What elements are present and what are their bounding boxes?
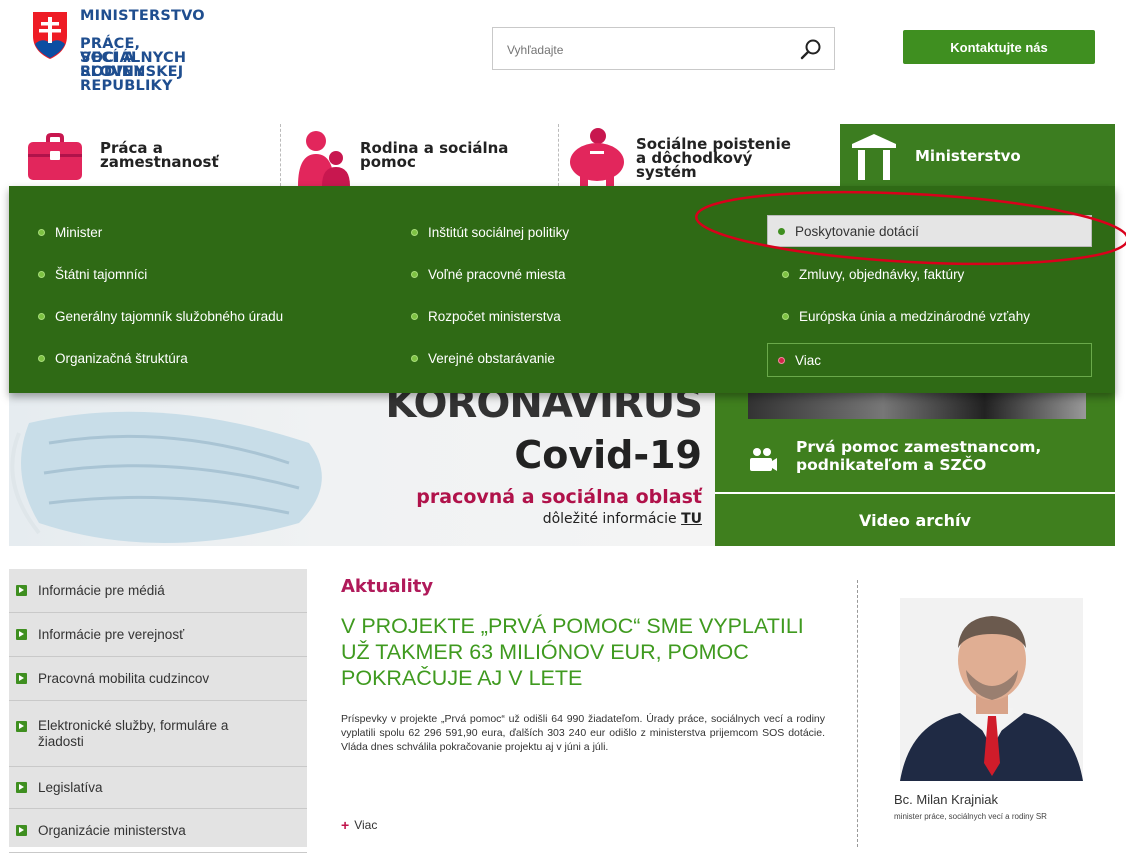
news-title-link[interactable]: V PROJEKTE „PRVÁ POMOC“ SME VYPLATILI UŽ…	[341, 613, 811, 691]
face-mask-image	[10, 411, 322, 543]
hero-title-covid: Covid-19	[514, 433, 702, 477]
search-input[interactable]	[505, 39, 789, 61]
tab-ministerstvo[interactable]: Ministerstvo	[840, 124, 1115, 186]
menu-item-statni-tajomnici[interactable]: Štátni tajomníci	[38, 264, 147, 284]
sidebar-item-label: Elektronické služby, formuláre a žiadost…	[38, 718, 229, 749]
sidebar-item-organizacie[interactable]: Organizácie ministerstva	[9, 809, 307, 853]
minister-photo[interactable]	[900, 598, 1083, 781]
video-thumbnail[interactable]	[748, 393, 1086, 419]
bullet-icon	[411, 228, 418, 236]
tab-label: Sociálne poistenie a dôchodkový systém	[636, 135, 791, 181]
menu-item-minister[interactable]: Minister	[38, 222, 102, 242]
bullet-icon	[778, 356, 785, 364]
arrow-bullet-icon	[16, 782, 27, 793]
arrow-bullet-icon	[16, 673, 27, 684]
tab-socialne-poistenie[interactable]: Sociálne poistenie a dôchodkový systém	[566, 124, 834, 186]
column-divider	[857, 580, 858, 847]
menu-item-label: Organizačná štruktúra	[55, 350, 188, 366]
nav-divider	[280, 124, 281, 186]
menu-item-label: Zmluvy, objednávky, faktúry	[799, 266, 965, 282]
menu-item-label: Voľné pracovné miesta	[428, 266, 566, 282]
coat-of-arms-icon[interactable]	[31, 10, 69, 60]
video-link-first-aid[interactable]: Prvá pomoc zamestnancom, podnikateľom a …	[796, 438, 1041, 474]
logo-line: SLOVENSKEJ REPUBLIKY	[80, 64, 184, 94]
menu-item-zmluvy[interactable]: Zmluvy, objednávky, faktúry	[782, 264, 964, 284]
sidebar-item-label: Legislatíva	[38, 779, 103, 795]
sidebar-item-mobilita[interactable]: Pracovná mobilita cudzincov	[9, 657, 307, 701]
minister-name: Bc. Milan Krajniak	[894, 792, 999, 807]
menu-item-label: Viac	[795, 352, 822, 368]
menu-item-organizacna-struktura[interactable]: Organizačná štruktúra	[38, 348, 188, 368]
arrow-bullet-icon	[16, 629, 27, 640]
logo-line: MINISTERSTVO	[80, 8, 205, 24]
sidebar-item-elektronicke-sluzby[interactable]: Elektronické služby, formuláre a žiadost…	[9, 701, 307, 767]
bullet-icon	[782, 270, 789, 278]
menu-item-label: Minister	[55, 224, 103, 240]
contact-button[interactable]: Kontaktujte nás	[903, 30, 1095, 64]
bullet-icon	[38, 312, 45, 320]
menu-item-institut[interactable]: Inštitút sociálnej politiky	[411, 222, 569, 242]
sidebar-item-label: Informácie pre médiá	[38, 582, 165, 598]
menu-item-label: Štátni tajomníci	[55, 266, 148, 282]
hero-title: KORONAVÍRUS	[385, 393, 703, 427]
bullet-icon	[782, 312, 789, 320]
bullet-icon	[411, 312, 418, 320]
news-more-label: Viac	[354, 818, 378, 832]
search-box	[492, 27, 835, 70]
video-camera-icon	[750, 448, 777, 471]
arrow-bullet-icon	[16, 721, 27, 732]
covid-banner[interactable]: KORONAVÍRUS Covid-19 pracovná a sociálna…	[9, 393, 715, 546]
hero-info-link[interactable]: TU	[681, 511, 702, 527]
tab-label: Ministerstvo	[915, 147, 1021, 165]
bullet-icon	[38, 228, 45, 236]
search-icon[interactable]	[800, 38, 822, 60]
menu-item-volne-miesta[interactable]: Voľné pracovné miesta	[411, 264, 566, 284]
nav-divider	[558, 124, 559, 186]
briefcase-icon	[28, 133, 82, 180]
news-heading: Aktuality	[341, 576, 434, 597]
menu-item-label: Európska únia a medzinárodné vzťahy	[799, 308, 1030, 324]
hero-info: dôležité informácie TU	[543, 511, 702, 527]
piggy-bank-icon	[570, 128, 624, 186]
bullet-icon	[38, 270, 45, 278]
menu-item-viac[interactable]: Viac	[767, 343, 1092, 377]
tab-rodina[interactable]: Rodina a sociálna pomoc	[290, 124, 555, 186]
bullet-icon	[411, 270, 418, 278]
minister-role: minister práce, sociálnych vecí a rodiny…	[894, 812, 1047, 821]
plus-icon: +	[341, 817, 350, 833]
sidebar-item-media[interactable]: Informácie pre médiá	[9, 569, 307, 613]
building-icon	[852, 134, 896, 180]
sidebar-item-label: Organizácie ministerstva	[38, 822, 186, 838]
menu-item-label: Verejné obstarávanie	[428, 350, 555, 366]
sidebar: Informácie pre médiá Informácie pre vere…	[9, 569, 307, 853]
bullet-icon	[411, 354, 418, 362]
sidebar-item-label: Informácie pre verejnosť	[38, 626, 185, 642]
news-body: Príspevky v projekte „Prvá pomoc“ už odi…	[341, 713, 825, 753]
video-archive-link[interactable]: Video archív	[715, 494, 1115, 546]
menu-item-generalny-tajomnik[interactable]: Generálny tajomník služobného úradu	[38, 306, 283, 326]
menu-item-label: Generálny tajomník služobného úradu	[55, 308, 284, 324]
news-more-link[interactable]: + Viac	[341, 817, 377, 833]
tab-praca[interactable]: Práca a zamestnanosť	[26, 124, 280, 186]
menu-item-poskytovanie-dotacii[interactable]: Poskytovanie dotácií	[767, 215, 1092, 247]
menu-item-label: Rozpočet ministerstva	[428, 308, 561, 324]
menu-item-label: Inštitút sociálnej politiky	[428, 224, 570, 240]
sidebar-item-legislativa[interactable]: Legislatíva	[9, 767, 307, 809]
hero-subtitle: pracovná a sociálna oblasť	[416, 486, 702, 508]
menu-item-label: Poskytovanie dotácií	[795, 223, 919, 239]
sidebar-item-verejnost[interactable]: Informácie pre verejnosť	[9, 613, 307, 657]
arrow-bullet-icon	[16, 825, 27, 836]
sidebar-item-label: Pracovná mobilita cudzincov	[38, 670, 210, 686]
arrow-bullet-icon	[16, 585, 27, 596]
menu-item-rozpocet[interactable]: Rozpočet ministerstva	[411, 306, 561, 326]
tab-label: Rodina a sociálna pomoc	[360, 139, 509, 171]
hero-info-text: dôležité informácie	[542, 511, 682, 527]
tab-label: Práca a zamestnanosť	[100, 139, 219, 171]
menu-item-verejne-obstaravanie[interactable]: Verejné obstarávanie	[411, 348, 555, 368]
bullet-icon	[778, 227, 785, 235]
people-icon	[298, 131, 350, 186]
bullet-icon	[38, 354, 45, 362]
menu-item-europska-unia[interactable]: Európska únia a medzinárodné vzťahy	[782, 306, 1030, 326]
